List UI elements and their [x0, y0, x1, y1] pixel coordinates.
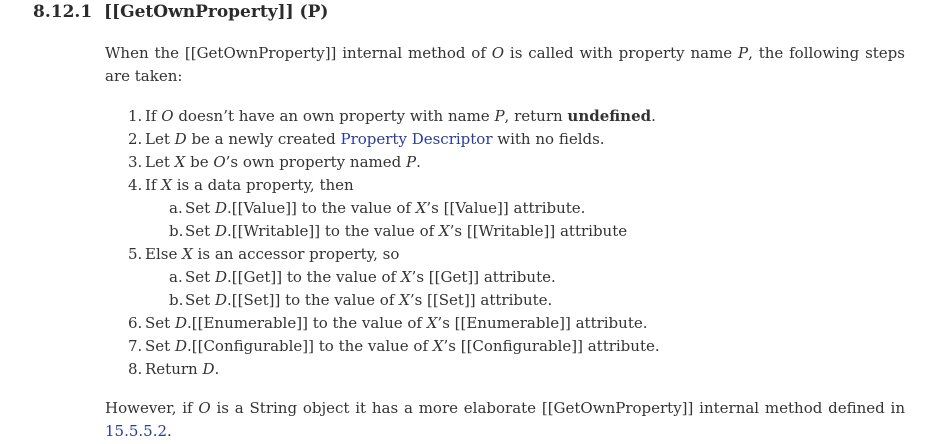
- closing-text: However, if: [105, 399, 199, 417]
- var-d: D: [214, 291, 227, 309]
- section-heading: 8.12.1 [[GetOwnProperty]] (P): [33, 2, 328, 22]
- step-marker: 7.: [128, 337, 143, 355]
- step-2: 2. Let D be a newly created Property Des…: [105, 128, 905, 151]
- var-d: D: [214, 222, 227, 240]
- var-x: X: [415, 199, 427, 217]
- var-o: O: [491, 44, 505, 62]
- var-d: D: [174, 337, 187, 355]
- algorithm-steps: 1. If O doesn’t have an own property wit…: [105, 105, 905, 381]
- step-text: Set: [185, 291, 215, 309]
- step-4: 4. If X is a data property, then: [105, 174, 905, 197]
- intro-text: is called with property name: [504, 44, 739, 62]
- step-marker: a.: [169, 268, 183, 286]
- var-d: D: [214, 268, 227, 286]
- var-d: D: [202, 360, 215, 378]
- step-5: 5. Else X is an accessor property, so: [105, 243, 905, 266]
- step-marker: 5.: [128, 245, 143, 263]
- var-d: D: [214, 199, 227, 217]
- step-text: .[[Get]] to the value of: [226, 268, 401, 286]
- step-text: be: [185, 153, 214, 171]
- property-descriptor-link[interactable]: Property Descriptor: [340, 130, 492, 148]
- step-text: ’s [[Get]] attribute.: [411, 268, 556, 286]
- step-text: Set: [185, 268, 215, 286]
- step-text: is an accessor property, so: [192, 245, 400, 263]
- var-x: X: [161, 176, 172, 194]
- var-o: O: [198, 399, 211, 417]
- step-1: 1. If O doesn’t have an own property wit…: [105, 105, 905, 128]
- step-8: 8. Return D.: [105, 358, 905, 381]
- step-marker: 4.: [128, 176, 143, 194]
- step-text: .[[Enumerable]] to the value of: [186, 314, 427, 332]
- step-5b: b. Set D.[[Set]] to the value of X’s [[S…: [105, 289, 905, 312]
- step-marker: 2.: [128, 130, 143, 148]
- section-15-5-5-2-link[interactable]: 15.5.5.2: [105, 422, 167, 440]
- step-7: 7. Set D.[[Configurable]] to the value o…: [105, 335, 905, 358]
- var-d: D: [174, 314, 187, 332]
- var-x: X: [432, 337, 444, 355]
- step-text: Set: [185, 222, 215, 240]
- step-text: .: [651, 107, 656, 125]
- step-text: ’s [[Value]] attribute.: [426, 199, 586, 217]
- closing-text: is a String object it has a more elabora…: [210, 399, 906, 417]
- var-x: X: [174, 153, 186, 171]
- var-o: O: [213, 153, 226, 171]
- closing-paragraph: However, if O is a String object it has …: [105, 397, 905, 443]
- step-text: .[[Value]] to the value of: [226, 199, 416, 217]
- step-marker: b.: [169, 291, 184, 309]
- step-text: , return: [504, 107, 568, 125]
- section-title: [[GetOwnProperty]] (P): [104, 2, 329, 22]
- var-x: X: [182, 245, 193, 263]
- step-marker: 6.: [128, 314, 143, 332]
- step-text: Set: [185, 199, 215, 217]
- var-x: X: [400, 268, 412, 286]
- spec-page: 8.12.1 [[GetOwnProperty]] (P) When the [[…: [0, 0, 944, 444]
- step-text: .[[Writable]] to the value of: [226, 222, 439, 240]
- var-x: X: [426, 314, 438, 332]
- step-text: Let: [145, 130, 175, 148]
- step-text: Let: [145, 153, 175, 171]
- step-5a: a. Set D.[[Get]] to the value of X’s [[G…: [105, 266, 905, 289]
- step-4a: a. Set D.[[Value]] to the value of X’s […: [105, 197, 905, 220]
- step-6: 6. Set D.[[Enumerable]] to the value of …: [105, 312, 905, 335]
- step-marker: 1.: [128, 107, 143, 125]
- step-text: ’s [[Writable]] attribute: [449, 222, 628, 240]
- step-marker: 3.: [128, 153, 143, 171]
- step-text: .[[Set]] to the value of: [226, 291, 400, 309]
- var-x: X: [438, 222, 450, 240]
- section-number: 8.12.1: [33, 2, 93, 22]
- step-text: .[[Configurable]] to the value of: [186, 337, 433, 355]
- var-o: O: [161, 107, 174, 125]
- step-text: Else: [145, 245, 183, 263]
- var-p: P: [406, 153, 417, 171]
- step-text: Set: [145, 337, 175, 355]
- step-text: .: [416, 153, 421, 171]
- var-p: P: [738, 44, 749, 62]
- intro-text: When the [[GetOwnProperty]] internal met…: [105, 44, 492, 62]
- step-3: 3. Let X be O’s own property named P.: [105, 151, 905, 174]
- step-marker: a.: [169, 199, 183, 217]
- step-marker: 8.: [128, 360, 143, 378]
- step-text: If: [145, 176, 162, 194]
- closing-text: .: [167, 422, 172, 440]
- intro-paragraph: When the [[GetOwnProperty]] internal met…: [105, 42, 905, 88]
- step-text: Return: [145, 360, 203, 378]
- var-d: D: [174, 130, 187, 148]
- var-p: P: [494, 107, 505, 125]
- step-text: be a newly created: [186, 130, 341, 148]
- step-text: ’s [[Enumerable]] attribute.: [437, 314, 648, 332]
- step-text: ’s [[Configurable]] attribute.: [443, 337, 660, 355]
- step-text: ’s own property named: [225, 153, 406, 171]
- step-4b: b. Set D.[[Writable]] to the value of X’…: [105, 220, 905, 243]
- var-x: X: [399, 291, 410, 309]
- step-marker: b.: [169, 222, 184, 240]
- keyword-undefined: undefined: [567, 107, 652, 125]
- step-text: .: [214, 360, 220, 378]
- step-text: Set: [145, 314, 175, 332]
- step-text: If: [145, 107, 162, 125]
- step-text: is a data property, then: [171, 176, 354, 194]
- step-text: with no fields.: [492, 130, 605, 148]
- step-text: ’s [[Set]] attribute.: [409, 291, 553, 309]
- step-text: doesn’t have an own property with name: [173, 107, 495, 125]
